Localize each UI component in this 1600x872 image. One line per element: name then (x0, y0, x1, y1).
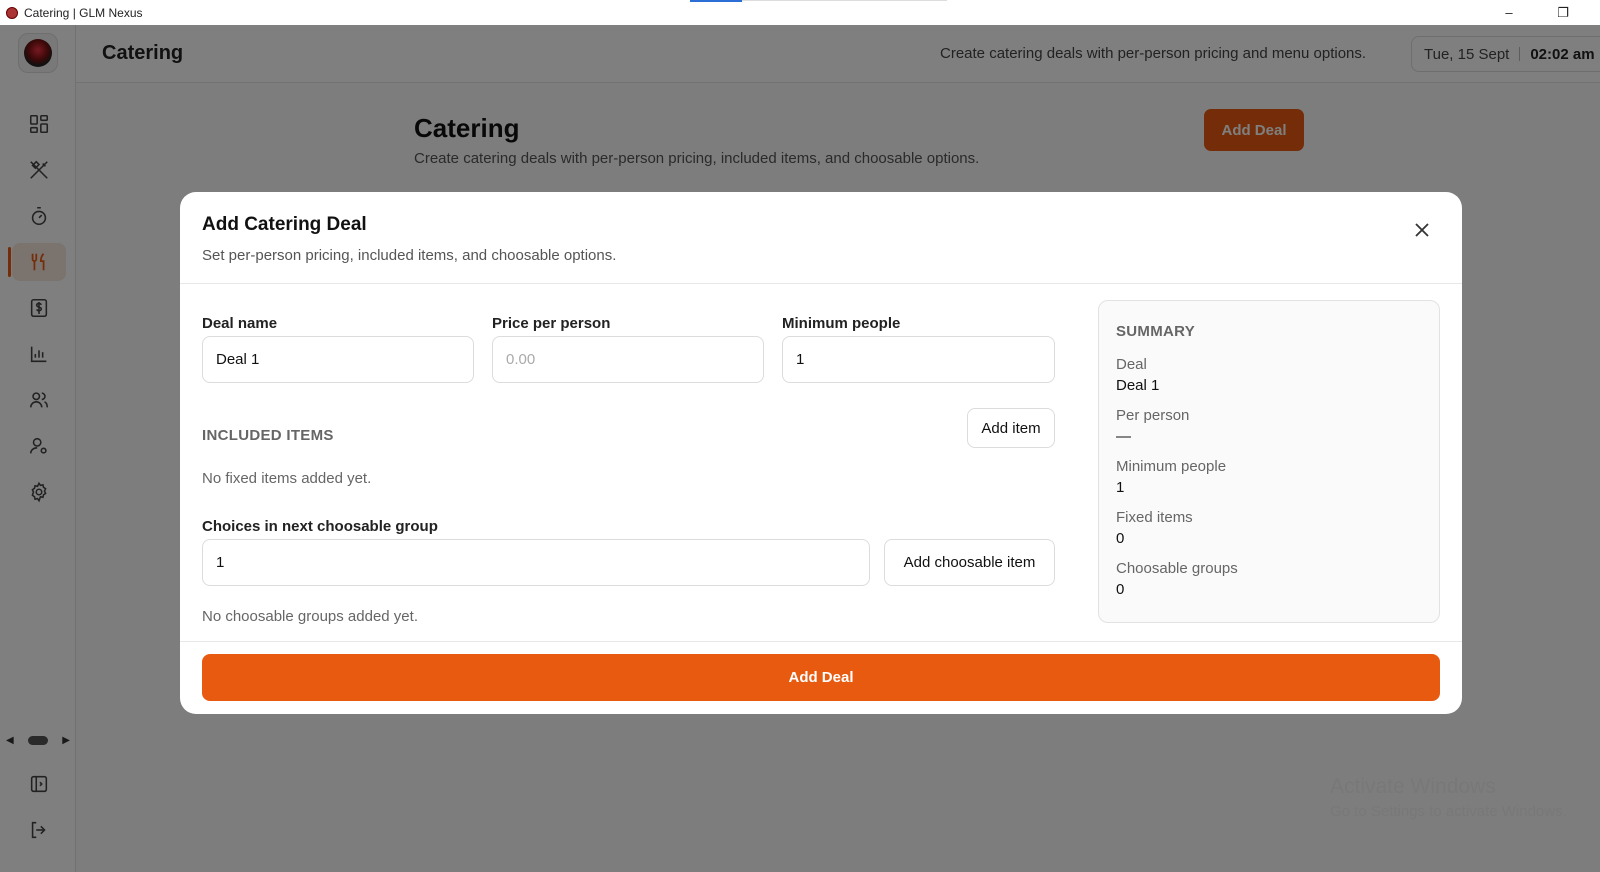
submit-add-deal-button[interactable]: Add Deal (202, 654, 1440, 701)
window-title: Catering | GLM Nexus (24, 5, 143, 20)
summary-deal-value: Deal 1 (1116, 377, 1160, 394)
summary-per-person-value: — (1116, 428, 1131, 445)
summary-fixed-items-label: Fixed items (1116, 509, 1193, 526)
minimize-button[interactable]: – (1486, 0, 1532, 25)
included-items-empty: No fixed items added yet. (202, 470, 372, 487)
modal-title: Add Catering Deal (202, 214, 367, 235)
choosable-groups-empty: No choosable groups added yet. (202, 608, 418, 625)
summary-per-person-label: Per person (1116, 407, 1190, 424)
deal-name-label: Deal name (202, 315, 278, 332)
included-items-label: INCLUDED ITEMS (202, 427, 334, 444)
maximize-button[interactable]: ❐ (1540, 0, 1586, 25)
close-icon (1415, 223, 1429, 237)
price-per-person-label: Price per person (492, 315, 611, 332)
choices-input[interactable]: 1 (202, 539, 870, 586)
summary-title: SUMMARY (1116, 323, 1196, 340)
app-icon (6, 6, 18, 19)
add-catering-deal-modal: Add Catering Deal Set per-person pricing… (180, 192, 1462, 714)
close-button[interactable] (1410, 218, 1434, 242)
modal-description: Set per-person pricing, included items, … (202, 247, 617, 264)
summary-choosable-groups-label: Choosable groups (1116, 560, 1238, 577)
add-item-button[interactable]: Add item (967, 408, 1055, 448)
summary-fixed-items-value: 0 (1116, 530, 1125, 547)
minimum-people-input[interactable]: 1 (782, 336, 1055, 383)
minimum-people-label: Minimum people (782, 315, 901, 332)
modal-footer-divider (180, 641, 1462, 642)
summary-minimum-people-value: 1 (1116, 479, 1125, 496)
tab-indicator (690, 0, 742, 2)
deal-name-input[interactable]: Deal 1 (202, 336, 474, 383)
add-choosable-item-button[interactable]: Add choosable item (884, 539, 1055, 586)
modal-divider (180, 283, 1462, 284)
summary-panel: SUMMARY Deal Deal 1 Per person — Minimum… (1098, 300, 1440, 623)
choices-label: Choices in next choosable group (202, 518, 438, 535)
tab-line (742, 0, 947, 1)
summary-deal-label: Deal (1116, 356, 1147, 373)
price-per-person-input[interactable]: 0.00 (492, 336, 764, 383)
summary-minimum-people-label: Minimum people (1116, 458, 1227, 475)
summary-choosable-groups-value: 0 (1116, 581, 1125, 598)
window-titlebar: Catering | GLM Nexus – ❐ (0, 0, 1600, 25)
